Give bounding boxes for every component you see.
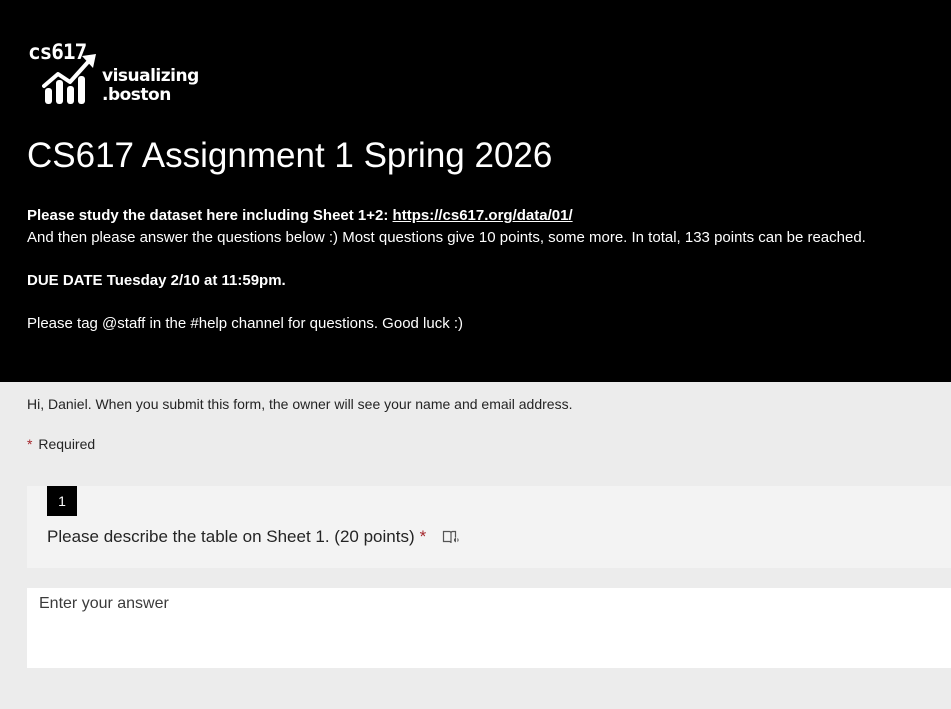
help-text: Please tag @staff in the #help channel f…: [27, 315, 464, 332]
question-card: 1 Please describe the table on Sheet 1. …: [27, 486, 951, 568]
answer-input[interactable]: [27, 588, 951, 668]
logo-word-boston: .boston: [102, 85, 171, 105]
question-required-star: *: [419, 527, 427, 546]
immersive-reader-icon[interactable]: [442, 529, 460, 545]
description-line-1: Please study the dataset here including …: [27, 205, 866, 227]
question-title: Please describe the table on Sheet 1. (2…: [47, 527, 460, 547]
form-title: CS617 Assignment 1 Spring 2026: [27, 136, 553, 175]
logo: cs617 visualizing .boston: [28, 40, 199, 108]
required-label: Required: [38, 436, 96, 452]
required-legend: * Required: [27, 436, 95, 452]
question-number: 1: [47, 486, 77, 516]
required-star: *: [27, 436, 33, 452]
form-description: Please study the dataset here including …: [27, 205, 866, 335]
logo-word-visualizing: visualizing: [102, 66, 199, 86]
due-date: DUE DATE Tuesday 2/10 at 11:59pm.: [27, 272, 286, 289]
form-header: cs617 visualizing .boston CS617 Assignme…: [0, 0, 951, 382]
dataset-link[interactable]: https://cs617.org/data/01/: [393, 207, 573, 224]
question-text: Please describe the table on Sheet 1. (2…: [47, 527, 415, 546]
identity-notice: Hi, Daniel. When you submit this form, t…: [27, 396, 573, 412]
description-dataset-text: Please study the dataset here including …: [27, 207, 393, 224]
logo-chart-icon: [42, 54, 96, 104]
description-line-2: And then please answer the questions bel…: [27, 229, 866, 246]
